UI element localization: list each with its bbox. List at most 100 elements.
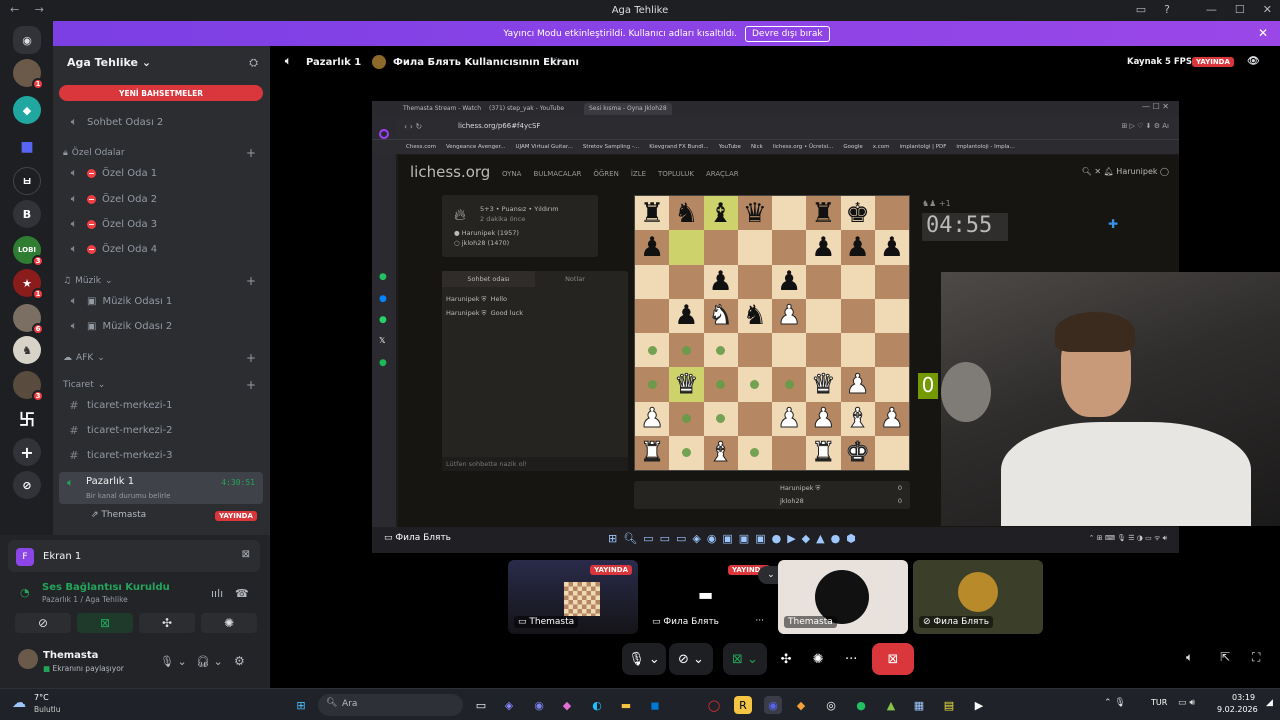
lichess-logo[interactable]: lichess.org [410, 163, 490, 181]
add-time-icon[interactable]: ✚ [1108, 217, 1118, 231]
soundboard-icon[interactable]: ✺ [813, 652, 824, 667]
board-square[interactable] [772, 333, 807, 368]
maximize-button[interactable]: ☐ [1235, 3, 1245, 16]
search-box[interactable]: 🔍︎ Ara [318, 694, 463, 716]
board-square[interactable]: ♝ [840, 401, 875, 436]
more-icon[interactable]: ··· [755, 616, 764, 626]
white-pawn-icon[interactable]: ♟ [879, 405, 904, 433]
board-square[interactable] [772, 196, 807, 231]
add-channel-icon[interactable]: + [246, 378, 256, 392]
player-black[interactable]: ○ jkloh28 (1470) [454, 239, 509, 247]
board-square[interactable] [806, 264, 841, 299]
board-square[interactable] [703, 367, 738, 402]
soundboard-button[interactable]: ✺ [201, 613, 257, 633]
board-square[interactable]: ♛ [806, 367, 841, 402]
board-square[interactable]: ♜ [635, 435, 670, 470]
outlook-icon[interactable]: ◼ [646, 696, 664, 714]
viewers-icon[interactable]: 👁︎ [1247, 56, 1260, 67]
help-icon[interactable]: ? [1164, 3, 1170, 16]
server-icon[interactable]: LOBI 3 [13, 236, 44, 267]
share-screen-button[interactable]: ⊠ [77, 613, 133, 633]
white-rook-icon[interactable]: ♜ [640, 439, 665, 467]
window-controls[interactable]: — ☐ ✕ [1142, 102, 1169, 111]
avatar[interactable] [18, 649, 38, 669]
settings-gear-icon[interactable]: ⚙ [234, 654, 245, 668]
board-square[interactable]: ♛ [737, 196, 772, 231]
mic-button[interactable]: 🎙︎ ⌄ [622, 643, 666, 675]
board-square[interactable] [874, 298, 909, 333]
bookmark-item[interactable]: Chess.com [406, 144, 436, 150]
server-icon[interactable]: 1 [13, 59, 44, 90]
text-channel[interactable]: # ticaret-merkezi-1 [61, 395, 263, 415]
title-icons[interactable]: ▭? [1136, 3, 1170, 16]
board-square[interactable] [669, 264, 704, 299]
app-icon[interactable]: R [734, 696, 752, 714]
nav-arrows[interactable]: ← → [10, 3, 50, 16]
more-icon[interactable]: ··· [845, 652, 857, 667]
bookmark-item[interactable]: implantolgi | PDF [900, 144, 947, 150]
board-square[interactable]: ♟ [840, 367, 875, 402]
discord-home-icon[interactable]: ◉ [13, 26, 41, 54]
weather-text[interactable]: Bulutlu [34, 705, 61, 714]
member-row[interactable]: ⇗ Themasta [91, 510, 146, 520]
category-music[interactable]: ♫ Müzik ⌄ [63, 276, 113, 286]
server-icon[interactable]: ◆ [13, 96, 41, 124]
server-icon[interactable]: ★ 1 [13, 269, 44, 300]
close-window-button[interactable]: ✕ [1263, 3, 1272, 16]
url-field[interactable]: lichess.org/p66#f4ycSF [458, 122, 618, 130]
board-square[interactable] [772, 367, 807, 402]
board-square[interactable] [737, 435, 772, 470]
board-square[interactable]: ♟ [703, 264, 738, 299]
headphone-icon[interactable]: 🎧︎ ⌄ [196, 655, 223, 668]
disconnect-icon[interactable]: ☎ [235, 587, 249, 600]
lichess-nav-item[interactable]: İZLE [631, 170, 646, 178]
board-square[interactable]: ♟ [635, 230, 670, 265]
participant-tile[interactable]: YAYINDA ▭ Themasta [508, 560, 638, 634]
bookmark-item[interactable]: YouTube [719, 144, 741, 150]
board-square[interactable]: ♞ [703, 298, 738, 333]
board-square[interactable] [874, 435, 909, 470]
board-square[interactable]: ♟ [772, 298, 807, 333]
board-square[interactable] [874, 367, 909, 402]
guild-name[interactable]: Aga Tehlike ⌄ [67, 56, 151, 69]
board-square[interactable]: ♟ [840, 230, 875, 265]
board-square[interactable]: ♞ [669, 196, 704, 231]
lichess-user[interactable]: 🔍︎ ✕ 🔔︎ Harunipek ◯ [1082, 167, 1169, 176]
server-icon[interactable]: 卐 [13, 404, 41, 432]
add-server-icon[interactable]: + [13, 438, 41, 466]
language[interactable]: TUR [1151, 698, 1167, 707]
category-private[interactable]: 🔒︎ Özel Odalar [63, 148, 125, 158]
white-bishop-icon[interactable]: ♝ [845, 405, 870, 433]
server-icon[interactable]: ㅂ [13, 167, 41, 195]
clock-date[interactable]: 9.02.2026 [1217, 705, 1258, 714]
board-square[interactable] [806, 333, 841, 368]
board-square[interactable] [874, 196, 909, 231]
new-mentions-pill[interactable]: YENİ BAHSETMELER [59, 85, 263, 101]
x-icon[interactable]: 𝕏 [379, 336, 385, 345]
bookmark-item[interactable]: Kievgrand FX Bundl... [649, 144, 708, 150]
app-icon[interactable]: ▦ [910, 696, 928, 714]
black-queen-icon[interactable]: ♛ [743, 200, 767, 227]
black-bishop-icon[interactable]: ♝ [709, 200, 733, 227]
black-pawn-icon[interactable]: ♟ [709, 268, 733, 295]
call-extra-buttons[interactable]: ✣ ✺ ··· [770, 643, 868, 675]
black-knight-icon[interactable]: ♞ [743, 302, 767, 329]
activities-button[interactable]: ✣ [139, 613, 195, 633]
discord-icon[interactable]: ◉ [764, 696, 782, 714]
opera-icon[interactable]: ◯ [705, 696, 723, 714]
participant-tile[interactable]: YAYINDA ▬ ▭ Фила Блять ··· [642, 560, 772, 634]
app-icon[interactable]: ▶ [970, 696, 988, 714]
bookmark-item[interactable]: Vengeance Avenger... [446, 144, 506, 150]
app-icon[interactable]: ◉ [530, 696, 548, 714]
active-voice-channel[interactable]: 🔈︎ Pazarlık 1 4:30:51 Bir kanal durumu b… [59, 472, 263, 504]
board-square[interactable] [874, 264, 909, 299]
white-rook-icon[interactable]: ♜ [811, 439, 836, 467]
voice-channel[interactable]: 🔈︎ Özel Oda 3 [61, 214, 263, 234]
start-icon[interactable]: ⊞ [292, 696, 310, 714]
app-icon[interactable]: ◆ [792, 696, 810, 714]
copilot-icon[interactable]: ◆ [558, 696, 576, 714]
board-square[interactable]: ♟ [806, 230, 841, 265]
add-channel-icon[interactable]: + [246, 351, 256, 365]
notes-icon[interactable]: ▤ [940, 696, 958, 714]
white-pawn-icon[interactable]: ♟ [845, 370, 870, 398]
